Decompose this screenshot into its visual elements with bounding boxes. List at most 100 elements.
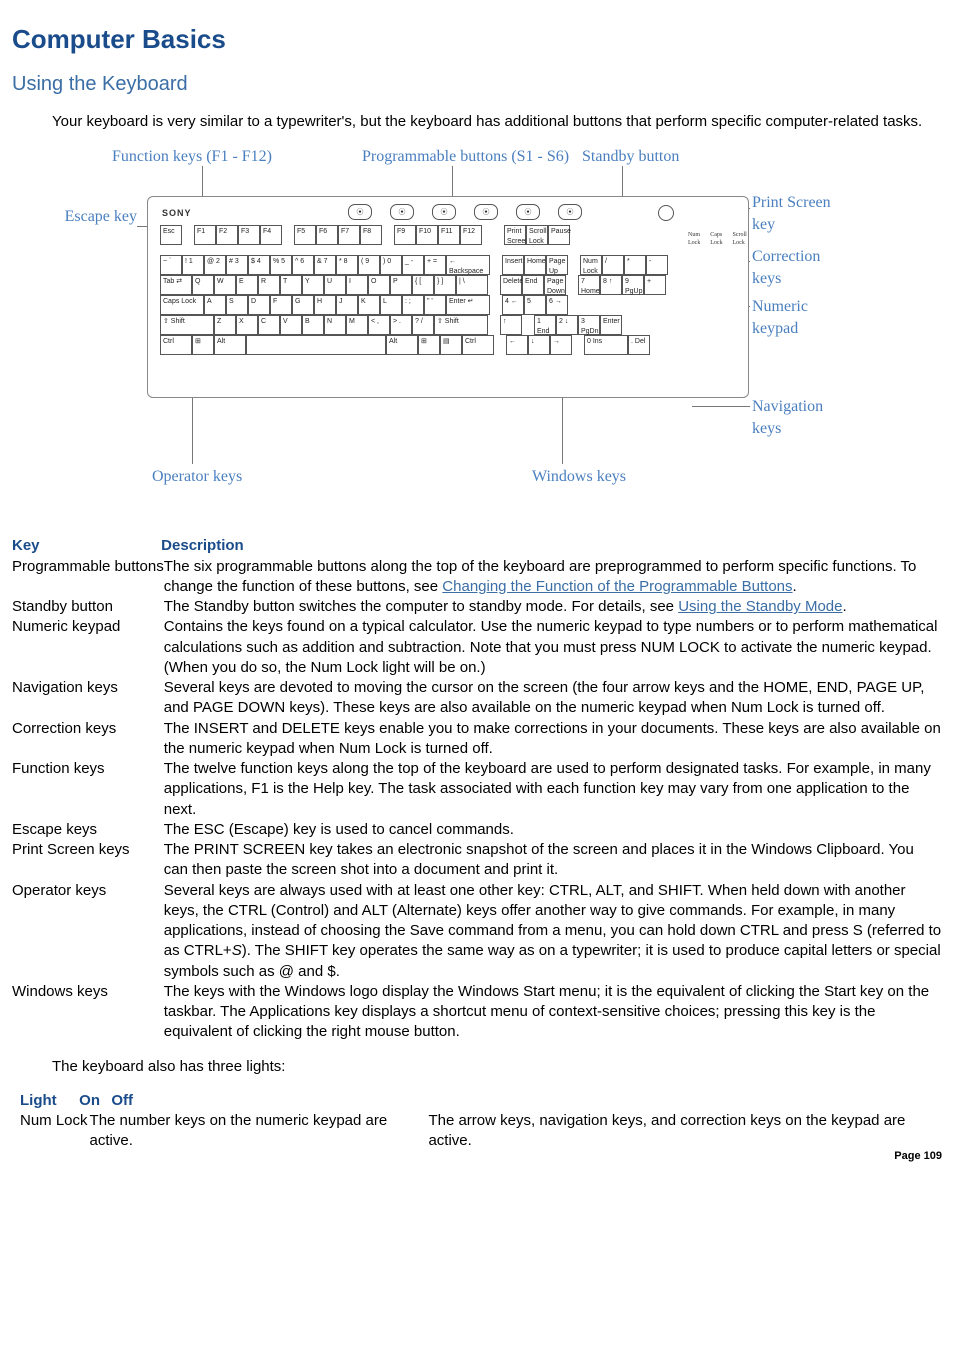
keycap: 0 Ins (584, 335, 628, 355)
key-table-header: Key Description (12, 536, 942, 556)
intro-paragraph: Your keyboard is very similar to a typew… (52, 112, 942, 132)
table-row: Correction keysThe INSERT and DELETE key… (12, 719, 942, 760)
keycap: Z (214, 315, 236, 335)
keycap: X (236, 315, 258, 335)
label-windows-keys: Windows keys (532, 466, 626, 488)
keycap: Num Lock (580, 255, 602, 275)
keycap: * 8 (336, 255, 358, 275)
keycap: End (522, 275, 544, 295)
keycap: 4 ← (502, 295, 524, 315)
keyrow-function: EscF1F2F3F4F5F6F7F8F9F10F11F12Print Scre… (160, 225, 570, 245)
keycap: F1 (194, 225, 216, 245)
keycap: ~ ` (160, 255, 182, 275)
keycap: ( 9 (358, 255, 380, 275)
keycap: S (226, 295, 248, 315)
keycap: ! 1 (182, 255, 204, 275)
keycap: + = (424, 255, 446, 275)
label-standby-button: Standby button (582, 146, 679, 168)
keycap: Y (302, 275, 324, 295)
keycap: Pause (548, 225, 570, 245)
keycap: 6 → (546, 295, 568, 315)
keycap: Delete (500, 275, 522, 295)
keycap: Enter ↵ (446, 295, 490, 315)
keycap: G (292, 295, 314, 315)
keycap: E (236, 275, 258, 295)
keycap: R (258, 275, 280, 295)
keycap: Insert (502, 255, 524, 275)
keycap: K (358, 295, 380, 315)
keycap: F5 (294, 225, 316, 245)
keycap: W (214, 275, 236, 295)
keycap: Ctrl (462, 335, 494, 355)
keyboard-figure: Function keys (F1 - F12) Programmable bu… (52, 146, 942, 506)
keycap: ↑ (500, 315, 522, 335)
link[interactable]: Changing the Function of the Programmabl… (442, 578, 792, 595)
keycap: Esc (160, 225, 182, 245)
keyrow-home: Caps LockASDFGHJKL: ;" 'Enter ↵4 ←56 → (160, 295, 568, 315)
keycap: < , (368, 315, 390, 335)
keyboard-outline: SONY ⦿⦿⦿⦿⦿⦿ Num Lock Caps Lock Scroll Lo… (147, 196, 749, 398)
keyrow-shift: ⇧ ShiftZXCVBNM< ,> .? /⇧ Shift↑1 End2 ↓3… (160, 315, 622, 335)
label-function-keys: Function keys (F1 - F12) (112, 146, 272, 168)
keycap: ⊞ (192, 335, 214, 355)
table-row: Navigation keysSeveral keys are devoted … (12, 678, 942, 719)
keycap: 8 ↑ (600, 275, 622, 295)
keycap: @ 2 (204, 255, 226, 275)
keycap: ← (506, 335, 528, 355)
programmable-button-row: ⦿⦿⦿⦿⦿⦿ (348, 204, 582, 220)
keycap: 2 ↓ (556, 315, 578, 335)
outro-paragraph: The keyboard also has three lights: (52, 1057, 942, 1077)
keycap: ▤ (440, 335, 462, 355)
keycap (246, 335, 386, 355)
keycap: I (346, 275, 368, 295)
keycap: } ] (434, 275, 456, 295)
table-row: Operator keysSeveral keys are always use… (12, 881, 942, 982)
keycap: D (248, 295, 270, 315)
keyrow-qwerty: Tab ⇄QWERTYUIOP{ [} ]| \DeleteEndPage Do… (160, 275, 666, 295)
keycap: _ - (402, 255, 424, 275)
keycap: F7 (338, 225, 360, 245)
keycap: F4 (260, 225, 282, 245)
keycap: 7 Home (578, 275, 600, 295)
key-description-table: Programmable buttonsThe six programmable… (12, 557, 942, 1043)
standby-button-icon (658, 205, 674, 221)
label-escape-key: Escape key (52, 206, 137, 228)
keycap: N (324, 315, 346, 335)
keycap: " ' (424, 295, 446, 315)
label-operator-keys: Operator keys (152, 466, 242, 488)
keycap: Tab ⇄ (160, 275, 192, 295)
table-row: Numeric keypadContains the keys found on… (12, 617, 942, 678)
keycap: Enter (600, 315, 622, 335)
keycap: F (270, 295, 292, 315)
keycap: F3 (238, 225, 260, 245)
link[interactable]: Using the Standby Mode (678, 598, 842, 615)
keycap: * (624, 255, 646, 275)
keycap: ← Backspace (446, 255, 490, 275)
keycap: F9 (394, 225, 416, 245)
keycap: M (346, 315, 368, 335)
keycap: : ; (402, 295, 424, 315)
keycap: 9 PgUp (622, 275, 644, 295)
page-footer: Page 109 (894, 1149, 942, 1164)
keycap: / (602, 255, 624, 275)
keycap: % 5 (270, 255, 292, 275)
keycap: F8 (360, 225, 382, 245)
label-programmable-buttons: Programmable buttons (S1 - S6) (362, 146, 569, 168)
table-row: Standby buttonThe Standby button switche… (12, 597, 942, 617)
page-title: Computer Basics (12, 22, 942, 57)
keycap: F2 (216, 225, 238, 245)
keycap: L (380, 295, 402, 315)
keycap: C (258, 315, 280, 335)
keycap: + (644, 275, 666, 295)
keyboard-brand: SONY (162, 207, 192, 219)
keycap: | \ (456, 275, 488, 295)
keycap: Caps Lock (160, 295, 204, 315)
keycap: P (390, 275, 412, 295)
keycap: U (324, 275, 346, 295)
label-print-screen-key: Print Screen key (752, 192, 842, 235)
keycap: F11 (438, 225, 460, 245)
indicator-lights: Num Lock Caps Lock Scroll Lock (688, 231, 748, 247)
keycap: H (314, 295, 336, 315)
keycap: Alt (386, 335, 418, 355)
keycap: 5 (524, 295, 546, 315)
